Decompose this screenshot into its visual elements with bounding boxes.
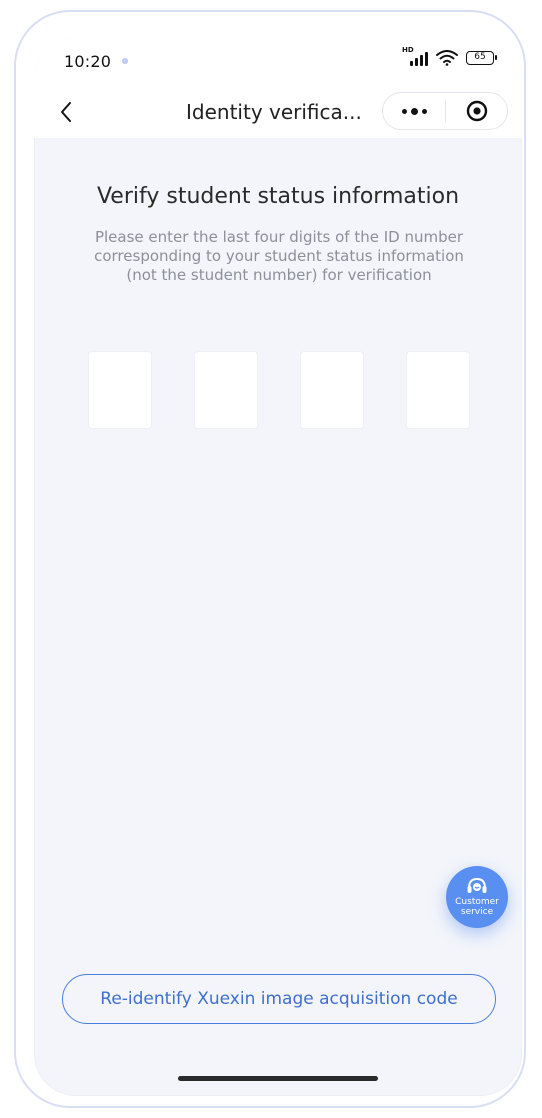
digit-input-3[interactable] [300, 351, 364, 429]
customer-service-label: Customer service [455, 897, 499, 917]
section-heading: Verify student status information [96, 184, 460, 209]
more-button[interactable] [383, 93, 445, 129]
phone-screen: 10:20 HD 65 Identity verifica... Verify … [34, 38, 522, 1096]
chevron-left-icon [61, 102, 71, 122]
wifi-icon [436, 50, 458, 66]
signal-icon: HD [402, 46, 428, 66]
mini-program-capsule [382, 92, 508, 130]
customer-service-label-line1: Customer [455, 897, 499, 907]
instruction-text: Please enter the last four digits of the… [94, 228, 464, 284]
customer-service-label-line2: service [460, 907, 494, 917]
page-title: Identity verifica... [186, 100, 362, 124]
digit-input-4[interactable] [406, 351, 470, 429]
reidentify-button[interactable]: Re-identify Xuexin image acquisition cod… [62, 974, 496, 1024]
status-time: 10:20 [64, 52, 112, 71]
status-bar: 10:20 HD 65 [34, 38, 522, 86]
digit-input-1[interactable] [88, 351, 152, 429]
customer-service-button[interactable]: Customer service [446, 866, 508, 928]
home-indicator[interactable] [178, 1076, 378, 1081]
headset-icon [467, 877, 487, 893]
close-mini-program-button[interactable] [446, 93, 507, 129]
status-icons: HD 65 [402, 46, 497, 66]
back-button[interactable] [52, 98, 80, 126]
hd-label: HD [402, 46, 414, 54]
notification-dot-icon [122, 58, 128, 64]
more-icon [401, 108, 407, 114]
id-digit-inputs [88, 351, 470, 429]
navigation-bar: Identity verifica... [34, 86, 522, 138]
digit-input-2[interactable] [194, 351, 258, 429]
target-close-icon [466, 100, 487, 122]
battery-icon: 65 [466, 51, 497, 65]
